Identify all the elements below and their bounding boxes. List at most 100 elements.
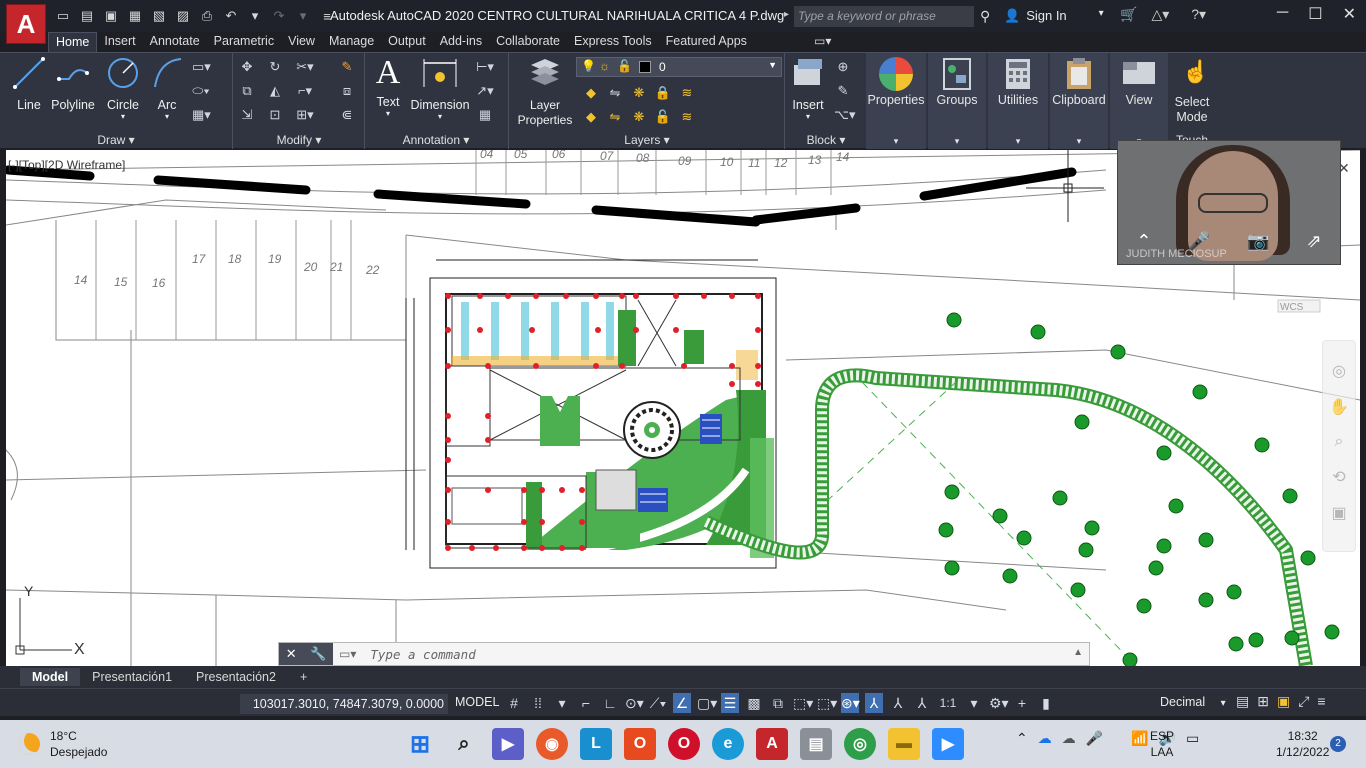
- layer-merge-icon[interactable]: ≋: [678, 109, 696, 125]
- chrome-icon[interactable]: ◎: [844, 728, 876, 760]
- help-icon[interactable]: ?▾: [1191, 6, 1206, 23]
- edge-icon[interactable]: e: [712, 728, 744, 760]
- pan-icon[interactable]: ✋: [1323, 397, 1355, 417]
- linear-dim-icon[interactable]: ⊢▾: [476, 59, 494, 75]
- edit-attributes-icon[interactable]: ⌥▾: [834, 107, 856, 123]
- layer-thaw-icon[interactable]: ❋: [630, 109, 648, 125]
- command-history-icon[interactable]: ▭▾: [339, 647, 356, 661]
- camera-off-icon[interactable]: 📷: [1247, 231, 1269, 252]
- snap-dropdown-icon[interactable]: ▾: [553, 693, 571, 713]
- create-block-icon[interactable]: ⊕: [834, 59, 852, 75]
- plot-icon[interactable]: ⎙: [196, 6, 218, 26]
- grid-icon[interactable]: #: [505, 693, 523, 713]
- navigation-bar[interactable]: ◎ ✋ ⌕ ⟲ ▣: [1322, 340, 1356, 552]
- command-line[interactable]: ✕ 🔧 ▭▾ Type a command ▲: [278, 642, 1090, 666]
- layer-off-icon[interactable]: ◆: [582, 85, 600, 101]
- save-icon[interactable]: ▣: [100, 6, 122, 26]
- layer-isolate-icon[interactable]: ⇋: [606, 85, 624, 101]
- onedrive-icon[interactable]: ☁: [1062, 730, 1076, 747]
- redo-dropdown-icon[interactable]: ▾: [292, 6, 314, 26]
- chevron-up-icon[interactable]: ⌃: [1016, 730, 1028, 747]
- snap-icon[interactable]: ⁞⁞: [529, 693, 547, 713]
- groups-panel[interactable]: Groups ▾: [928, 53, 986, 149]
- tab-model[interactable]: Model: [20, 668, 81, 686]
- clipboard-panel[interactable]: Clipboard ▾: [1050, 53, 1108, 149]
- teams-chat-icon[interactable]: ▶: [492, 728, 524, 760]
- save-web-icon[interactable]: ▨: [172, 6, 194, 26]
- properties-panel[interactable]: Properties ▾: [866, 53, 926, 149]
- cart-icon[interactable]: 🛒: [1120, 6, 1137, 23]
- scale-dropdown-icon[interactable]: ▾: [965, 693, 983, 713]
- arc-button[interactable]: Arc ▾: [148, 55, 186, 121]
- edit-block-icon[interactable]: ✎: [834, 83, 852, 99]
- tab-insert[interactable]: Insert: [97, 32, 142, 52]
- file-manager-icon[interactable]: ▤: [800, 728, 832, 760]
- l-app-icon[interactable]: L: [580, 728, 612, 760]
- text-button[interactable]: A Text ▾: [370, 55, 406, 119]
- model-space-toggle[interactable]: MODEL: [455, 695, 499, 709]
- tab-output[interactable]: Output: [381, 32, 433, 52]
- cloud-icon[interactable]: ☁: [1038, 730, 1052, 747]
- isodraft-icon[interactable]: ⟋▾: [649, 693, 667, 713]
- undo-icon[interactable]: ↶: [220, 6, 242, 26]
- new-file-icon[interactable]: ▭: [52, 6, 74, 26]
- redo-icon[interactable]: ↷: [268, 6, 290, 26]
- leader-icon[interactable]: ↗▾: [476, 83, 494, 99]
- selection-filter-icon[interactable]: ⊛▾: [841, 693, 860, 713]
- layers-panel-title[interactable]: Layers ▾: [510, 133, 784, 147]
- modify-panel-title[interactable]: Modify ▾: [234, 133, 364, 147]
- layer-copy-icon[interactable]: ⇋: [606, 109, 624, 125]
- layer-lock-icon[interactable]: 🔒: [654, 85, 672, 101]
- notification-badge[interactable]: 2: [1330, 736, 1346, 752]
- office-icon[interactable]: O: [624, 728, 656, 760]
- ribbon-display-toggle[interactable]: ▭▾: [814, 34, 831, 48]
- battery-icon[interactable]: ▭: [1186, 730, 1199, 747]
- maximize-icon[interactable]: ☐: [1308, 4, 1322, 24]
- hatch-icon[interactable]: ⬭▾: [192, 83, 210, 99]
- array-icon[interactable]: ⊞▾: [296, 107, 314, 123]
- ortho-icon[interactable]: ∟: [601, 693, 619, 713]
- layer-dropdown[interactable]: 💡 ☼ 🔓 0 ▼: [576, 57, 782, 77]
- units-icon[interactable]: ▮: [1037, 693, 1055, 713]
- transparency-icon[interactable]: ▩: [745, 693, 763, 713]
- move-icon[interactable]: ✥: [238, 59, 256, 75]
- rectangle-icon[interactable]: ▭▾: [192, 59, 211, 75]
- fillet-icon[interactable]: ⌐▾: [296, 83, 314, 99]
- zoom-icon[interactable]: ⌕: [1323, 433, 1355, 451]
- select-mode-hand-icon[interactable]: ☝: [1182, 59, 1209, 85]
- autodesk-app-icon[interactable]: △▾: [1151, 6, 1169, 23]
- dynamic-ucs-icon[interactable]: ⬚▾: [817, 693, 837, 713]
- clean-screen-icon[interactable]: ⤢: [1298, 693, 1309, 710]
- layer-current-icon[interactable]: ◆: [582, 109, 600, 125]
- showmotion-icon[interactable]: ▣: [1323, 503, 1355, 523]
- polyline-button[interactable]: Polyline: [50, 55, 96, 112]
- customization-icon[interactable]: ≡: [1317, 693, 1325, 710]
- wifi-icon[interactable]: 📶: [1131, 730, 1148, 747]
- units-dropdown[interactable]: Decimal ▾: [1160, 695, 1226, 709]
- orbit-icon[interactable]: ⟲: [1323, 467, 1355, 487]
- open-file-icon[interactable]: ▤: [76, 6, 98, 26]
- application-menu-button[interactable]: A: [6, 4, 46, 44]
- customize-command-icon[interactable]: 🔧: [310, 646, 326, 662]
- tab-featured-apps[interactable]: Featured Apps: [659, 32, 754, 52]
- language-indicator[interactable]: ESP LAA: [1150, 728, 1174, 760]
- workspace-gear-icon[interactable]: ⚙▾: [989, 693, 1009, 713]
- tab-home[interactable]: Home: [48, 32, 98, 52]
- wcs-label[interactable]: WCS: [1280, 302, 1304, 313]
- quick-properties-icon[interactable]: ▤: [1236, 693, 1249, 710]
- circle-button[interactable]: Circle ▾: [102, 55, 144, 121]
- sign-in-button[interactable]: 👤 Sign In ▾: [1004, 8, 1104, 24]
- close-icon[interactable]: ✕: [1343, 4, 1356, 24]
- folder-icon[interactable]: ▬: [888, 728, 920, 760]
- open-web-icon[interactable]: ▧: [148, 6, 170, 26]
- object-snap-icon[interactable]: ▢▾: [697, 693, 717, 713]
- annotation-scale-value[interactable]: 1:1: [937, 693, 959, 713]
- isolate-objects-icon[interactable]: ▣: [1277, 693, 1290, 710]
- object-snap-tracking-icon[interactable]: ∠: [673, 693, 691, 713]
- tab-parametric[interactable]: Parametric: [207, 32, 281, 52]
- search-icon[interactable]: ⌕: [448, 728, 480, 760]
- utilities-panel[interactable]: Utilities ▾: [988, 53, 1048, 149]
- tab-express-tools[interactable]: Express Tools: [567, 32, 659, 52]
- autocad-taskbar-icon[interactable]: A: [756, 728, 788, 760]
- lineweight-icon[interactable]: ☰: [721, 693, 739, 713]
